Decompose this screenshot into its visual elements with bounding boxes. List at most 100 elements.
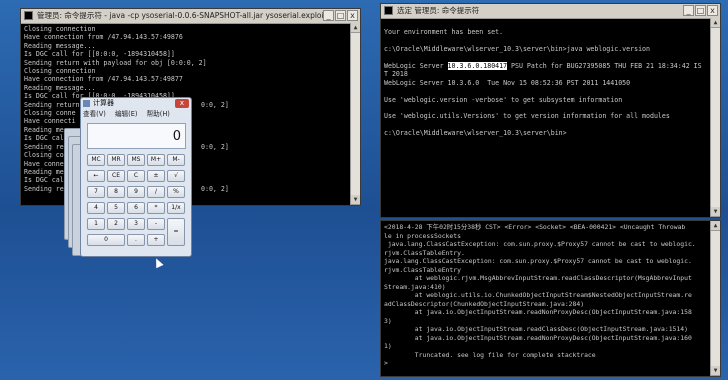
scroll-down-icon[interactable]: ▼	[351, 195, 360, 205]
calc-key[interactable]: /	[147, 186, 165, 198]
scroll-up-icon[interactable]: ▲	[351, 23, 360, 33]
calc-key[interactable]: MR	[107, 154, 125, 166]
calc-key[interactable]: 4	[87, 202, 105, 214]
calc-key[interactable]: MS	[127, 154, 145, 166]
calculator-display: 0	[87, 123, 186, 149]
console-line: rjvm.ClassTableEntry	[384, 265, 461, 274]
console-line: T 2018	[384, 70, 408, 79]
console-line: Closing connection	[24, 67, 96, 76]
calc-key[interactable]: -	[147, 218, 165, 230]
console-line: 1)	[384, 342, 392, 350]
scroll-up-icon[interactable]: ▲	[711, 221, 720, 231]
calc-key[interactable]: 2	[107, 218, 125, 230]
console-line: le in processSockets	[384, 231, 461, 240]
right-bottom-console-output: <2018-4-28 下午02时15分38秒 CST> <Error> <Soc…	[381, 221, 711, 376]
right-top-console-title: 选定 管理员: 命令提示符	[397, 6, 480, 15]
calc-key[interactable]: 8	[107, 186, 125, 198]
right-bottom-console-window[interactable]: <2018-4-28 下午02时15分38秒 CST> <Error> <Soc…	[380, 220, 721, 377]
left-console-title: 管理员: 命令提示符 - java -cp ysoserial-0.0.6-SN…	[37, 11, 329, 20]
selected-version-text: 10.3.6.0.180417	[447, 62, 508, 71]
console-line-fragment: 0:0, 2]	[201, 100, 229, 109]
console-line: 3)	[384, 316, 392, 325]
console-line: adClassDescriptor(ChunkedObjectInputStre…	[384, 299, 585, 308]
console-icon	[384, 6, 393, 15]
console-line: <2018-4-28 下午02时15分38秒 CST> <Error> <Soc…	[384, 223, 686, 231]
calc-key[interactable]: 9	[127, 186, 145, 198]
console-line-fragment: 0:0, 2]	[201, 142, 229, 151]
console-line: WebLogic Server 10.3.6.0 Tue Nov 15 08:5…	[384, 78, 631, 87]
calculator-titlebar[interactable]: 计算器 x	[81, 98, 191, 109]
calc-key[interactable]: MC	[87, 154, 105, 166]
maximize-icon[interactable]: □	[335, 10, 346, 21]
console-line: Is DGC call for [[0:0:0, -1894310458]]	[24, 50, 175, 59]
console-line: Reading message...	[24, 83, 96, 92]
console-line: >	[384, 359, 388, 367]
console-line-fragment: 0:0, 2]	[201, 184, 229, 193]
calc-key[interactable]: 0	[87, 234, 125, 246]
calculator-window[interactable]: 计算器 x 查看(V) 编辑(E) 帮助(H) 0 MC MR MS M+ M- ← CE C…	[80, 97, 192, 257]
console-line: Reading message...	[24, 41, 96, 50]
console-line: Use 'weblogic.utils.Versions' to get ver…	[384, 112, 670, 121]
maximize-icon[interactable]: □	[695, 5, 706, 16]
calc-key[interactable]: 1	[87, 218, 105, 230]
close-icon[interactable]: x	[347, 10, 358, 21]
scroll-down-icon[interactable]: ▼	[711, 207, 720, 217]
calc-key[interactable]: %	[167, 186, 185, 198]
calc-key[interactable]: M+	[147, 154, 165, 166]
calc-key[interactable]: =	[167, 218, 185, 246]
scroll-down-icon[interactable]: ▼	[711, 366, 720, 376]
console-line: at java.io.ObjectInputStream.readNonProx…	[384, 308, 692, 316]
calc-key[interactable]: +	[147, 234, 165, 246]
menu-help[interactable]: 帮助(H)	[147, 110, 170, 118]
calc-key[interactable]: 6	[127, 202, 145, 214]
close-icon[interactable]: x	[175, 99, 189, 108]
right-top-console-scrollbar[interactable]: ▲ ▼	[710, 18, 720, 217]
calc-key[interactable]: *	[147, 202, 165, 214]
minimize-icon[interactable]: _	[323, 10, 334, 21]
console-line: at java.io.ObjectInputStream.readClassDe…	[384, 325, 688, 333]
calc-key[interactable]: C	[127, 170, 145, 182]
right-top-console-titlebar[interactable]: 选定 管理员: 命令提示符 _ □ x	[381, 4, 720, 19]
console-line: Have connection from /47.94.143.57:49877	[24, 75, 183, 84]
calc-key[interactable]: 7	[87, 186, 105, 198]
scroll-up-icon[interactable]: ▲	[711, 18, 720, 28]
calc-key[interactable]: 5	[107, 202, 125, 214]
calculator-menu: 查看(V) 编辑(E) 帮助(H)	[81, 109, 191, 120]
calc-key[interactable]: CE	[107, 170, 125, 182]
close-icon[interactable]: x	[707, 5, 718, 16]
minimize-icon[interactable]: _	[683, 5, 694, 16]
calc-key[interactable]: √	[167, 170, 185, 182]
console-line: WebLogic Server 10.3.6.0.180417 PSU Patc…	[384, 62, 702, 71]
console-line: at weblogic.utils.io.ChunkedObjectInputS…	[384, 291, 692, 299]
menu-view[interactable]: 查看(V)	[83, 110, 106, 118]
menu-edit[interactable]: 编辑(E)	[115, 110, 138, 118]
console-icon	[24, 11, 33, 20]
calculator-icon	[83, 100, 90, 107]
calc-key[interactable]: ±	[147, 170, 165, 182]
calc-key[interactable]: ←	[87, 170, 105, 182]
console-line: java.lang.ClassCastException: com.sun.pr…	[384, 240, 696, 248]
console-line: Closing connection	[24, 25, 96, 33]
right-top-console-output: Your environment has been set. c:\Oracle…	[381, 18, 711, 217]
console-line: rjvm.ClassTableEntry.	[384, 248, 465, 257]
calc-key[interactable]: M-	[167, 154, 185, 166]
calculator-title: 计算器	[93, 99, 114, 107]
console-line: Sending return with payload for obj [0:0…	[24, 58, 207, 67]
right-bottom-console-scrollbar[interactable]: ▲ ▼	[710, 221, 720, 376]
left-console-scrollbar[interactable]: ▲ ▼	[350, 23, 360, 205]
calc-key[interactable]: .	[127, 234, 145, 246]
console-line: c:\Oracle\Middleware\wlserver_10.3\serve…	[384, 129, 567, 138]
calc-key[interactable]: 3	[127, 218, 145, 230]
console-line: at weblogic.rjvm.MsgAbbrevInputStream.re…	[384, 274, 692, 282]
console-line: at java.io.ObjectInputStream.readNonProx…	[384, 333, 692, 342]
calc-key[interactable]: 1/x	[167, 202, 185, 214]
left-console-titlebar[interactable]: 管理员: 命令提示符 - java -cp ysoserial-0.0.6-SN…	[21, 9, 360, 24]
right-top-console-window[interactable]: 选定 管理员: 命令提示符 _ □ x Your environment has…	[380, 3, 721, 218]
console-line: Have connection from /47.94.143.57:49876	[24, 33, 183, 42]
